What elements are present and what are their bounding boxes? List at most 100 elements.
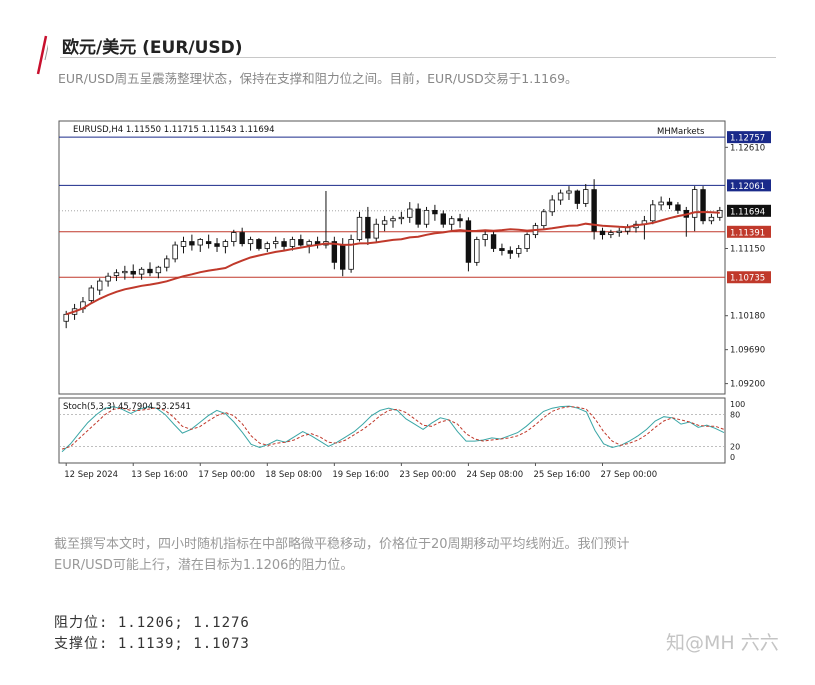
candle-body (524, 234, 530, 249)
candle-body (490, 234, 497, 249)
page-subtitle: EUR/USD周五呈震荡整理状态，保持在支撑和阻力位之间。目前，EUR/USD交… (58, 71, 578, 86)
brand-label: MHMarkets (657, 127, 705, 137)
candle-body (365, 216, 371, 239)
candle-body (356, 216, 363, 240)
candle-body (624, 227, 631, 232)
candle-body (289, 239, 296, 247)
candle-body (407, 208, 413, 218)
price-chart: 1.12757 1.12061 1.11391 1.10735 1.11694 1.126… (57, 119, 774, 489)
analysis-paragraph: 截至撰写本文时，四小时随机指标在中部略微平稳移动，价格位于20周期移动平均线附近… (54, 534, 754, 576)
price-tick-label: 1.10180 (730, 312, 765, 322)
x-tick-label: 23 Sep 00:00 (399, 470, 456, 480)
title-divider (60, 57, 776, 58)
candle-body (457, 218, 463, 222)
candle-body (272, 241, 279, 245)
candle-body (88, 287, 95, 301)
candle-body (557, 192, 564, 201)
candle-body (298, 239, 304, 246)
candle-body (164, 258, 170, 268)
price-pane (58, 120, 726, 395)
candle-body (306, 241, 312, 246)
x-tick-label: 12 Sep 2024 (64, 470, 118, 480)
candle-body (608, 232, 614, 236)
candle-body (214, 243, 220, 247)
support-levels: 支撑位: 1.1139; 1.1073 (54, 636, 250, 652)
x-tick-label: 13 Sep 16:00 (131, 470, 188, 480)
candle-body (474, 239, 480, 263)
resistance-levels: 阻力位: 1.1206; 1.1276 (54, 615, 250, 631)
level-label: 1.12757 (730, 134, 765, 144)
x-tick-label: 27 Sep 00:00 (600, 470, 657, 480)
x-tick-label: 18 Sep 08:00 (265, 470, 322, 480)
candle-body (465, 220, 472, 263)
slash-logo-icon (36, 35, 48, 75)
price-tick-label: 1.09200 (730, 380, 765, 390)
level-label: 1.12061 (730, 182, 765, 192)
candle-body (231, 232, 237, 242)
candle-body (415, 208, 421, 225)
stoch-tick-label: 80 (730, 411, 740, 420)
candle-body (398, 216, 405, 220)
candle-body (155, 266, 162, 274)
analysis-line-2: EUR/USD可能上行，潜在目标为1.1206的阻力位。 (54, 558, 354, 573)
candle-body (515, 248, 522, 254)
price-tick-label: 1.09690 (730, 346, 765, 356)
candle-body (574, 190, 581, 204)
candle-body (675, 204, 681, 211)
candle-body (432, 209, 438, 215)
candle-body (105, 275, 111, 282)
candle-body (541, 211, 547, 227)
candle-body (381, 220, 388, 225)
candle-body (122, 270, 128, 274)
candle-body (247, 239, 254, 245)
candle-body (113, 272, 120, 276)
stoch-tick-label: 20 (730, 442, 740, 451)
page-title: 欧元/美元 (EUR/USD) (62, 38, 243, 58)
candle-body (599, 230, 606, 236)
candle-body (222, 241, 229, 247)
stoch-tick-label: 100 (730, 400, 745, 409)
candle-body (448, 218, 455, 225)
candle-body (549, 199, 555, 213)
price-tick-label: 1.12610 (730, 143, 765, 153)
candle-body (147, 268, 153, 274)
candle-body (583, 189, 589, 204)
candle-body (423, 209, 430, 225)
x-tick-label: 19 Sep 16:00 (332, 470, 389, 480)
candle-body (130, 270, 136, 275)
candle-body (180, 241, 187, 247)
candle-body (708, 216, 715, 222)
x-tick-label: 25 Sep 16:00 (533, 470, 590, 480)
candle-body (650, 204, 656, 222)
candle-body (507, 250, 514, 254)
candle-body (666, 201, 673, 206)
candle-body (264, 243, 271, 249)
candle-body (390, 218, 396, 222)
candle-body (197, 239, 203, 246)
analysis-line-1: 截至撰写本文时，四小时随机指标在中部略微平稳移动，价格位于20周期移动平均线附近… (54, 537, 630, 552)
candle-body (482, 234, 488, 240)
candle-body (205, 241, 212, 245)
current-price-label: 1.11694 (730, 207, 765, 217)
candle-body (172, 244, 178, 260)
candle-body (373, 223, 379, 239)
candle-body (499, 248, 505, 251)
candle-body (717, 209, 723, 218)
stoch-tick-label: 0 (730, 453, 735, 462)
candle-body (440, 213, 446, 225)
candle-body (138, 268, 145, 275)
candle-body (566, 190, 572, 194)
candle-body (256, 239, 262, 249)
candle-body (616, 230, 622, 233)
x-tick-label: 24 Sep 08:00 (466, 470, 523, 480)
candle-body (63, 313, 69, 322)
level-label: 1.11391 (730, 228, 765, 238)
chart-svg: 1.12757 1.12061 1.11391 1.10735 1.11694 1.126… (58, 120, 771, 480)
x-tick-label: 17 Sep 00:00 (198, 470, 255, 480)
levels-block: 阻力位: 1.1206; 1.1276 支撑位: 1.1139; 1.1073 (54, 613, 250, 655)
price-tick-label: 1.11150 (730, 244, 765, 254)
watermark: 知@MH 六六 (666, 632, 779, 654)
candle-body (700, 189, 706, 222)
candle-body (189, 241, 195, 246)
level-label: 1.10735 (730, 274, 765, 284)
